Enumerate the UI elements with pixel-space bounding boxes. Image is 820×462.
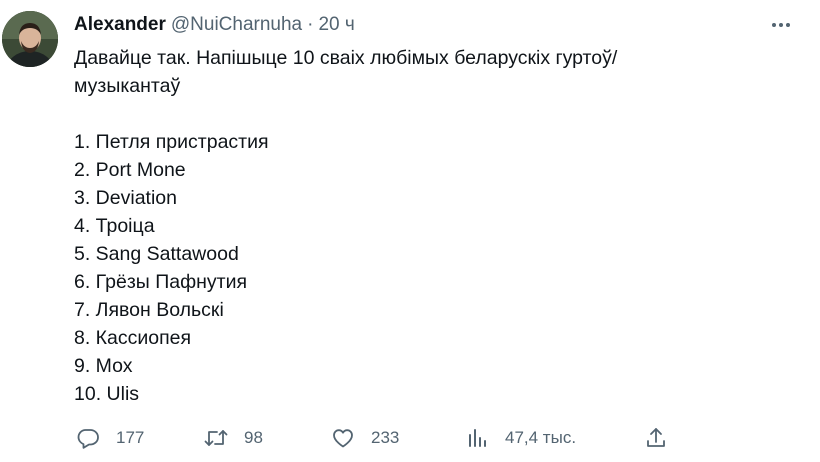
list-item: 5. Sang Sattawood bbox=[74, 243, 239, 265]
list-item: 7. Лявон Вольскі bbox=[74, 299, 224, 321]
list-item: 8. Кассиопея bbox=[74, 327, 192, 349]
reply-button[interactable]: 177 bbox=[74, 422, 144, 454]
list-item: 3. Deviation bbox=[74, 187, 177, 209]
list-item: 6. Грёзы Пафнутия bbox=[74, 271, 248, 293]
share-button[interactable] bbox=[642, 422, 670, 454]
tweet-text-line: Давайце так. Напішыце 10 сваіх любімых б… bbox=[74, 47, 618, 69]
tweet-text: Давайце так. Напішыце 10 сваіх любімых б… bbox=[74, 44, 774, 408]
separator-dot: · bbox=[307, 14, 314, 35]
tweet[interactable]: Alexander @NuiCharnuha · 20 ч Давайце та… bbox=[0, 0, 820, 462]
list-item: 2. Port Mone bbox=[74, 159, 186, 181]
share-upload-icon bbox=[642, 424, 670, 452]
avatar[interactable] bbox=[2, 11, 58, 67]
heart-icon bbox=[329, 424, 357, 452]
reply-count: 177 bbox=[116, 428, 145, 447]
retweet-arrows-icon bbox=[202, 424, 230, 452]
tweet-text-line: музыкантаў bbox=[74, 75, 181, 97]
tweet-header: Alexander @NuiCharnuha · 20 ч bbox=[74, 12, 355, 38]
action-bar: 177 98 233 47,4 тыс. bbox=[0, 422, 820, 454]
bar-chart-icon bbox=[463, 424, 491, 452]
author-name[interactable]: Alexander bbox=[74, 14, 166, 36]
views-count: 47,4 тыс. bbox=[505, 428, 577, 447]
reply-bubble-icon bbox=[74, 424, 102, 452]
list-item: 9. Мох bbox=[74, 355, 133, 377]
retweet-count: 98 bbox=[244, 428, 263, 447]
more-icon[interactable] bbox=[764, 12, 798, 38]
list-item: 4. Троіца bbox=[74, 215, 155, 237]
timestamp[interactable]: 20 ч bbox=[318, 14, 354, 36]
list-item: 10. Ulis bbox=[74, 383, 140, 405]
author-handle[interactable]: @NuiCharnuha bbox=[171, 14, 302, 36]
like-count: 233 bbox=[371, 428, 400, 447]
like-button[interactable]: 233 bbox=[329, 422, 399, 454]
retweet-button[interactable]: 98 bbox=[202, 422, 263, 454]
views-button[interactable]: 47,4 тыс. bbox=[463, 422, 576, 454]
list-item: 1. Петля пристрастия bbox=[74, 131, 269, 153]
